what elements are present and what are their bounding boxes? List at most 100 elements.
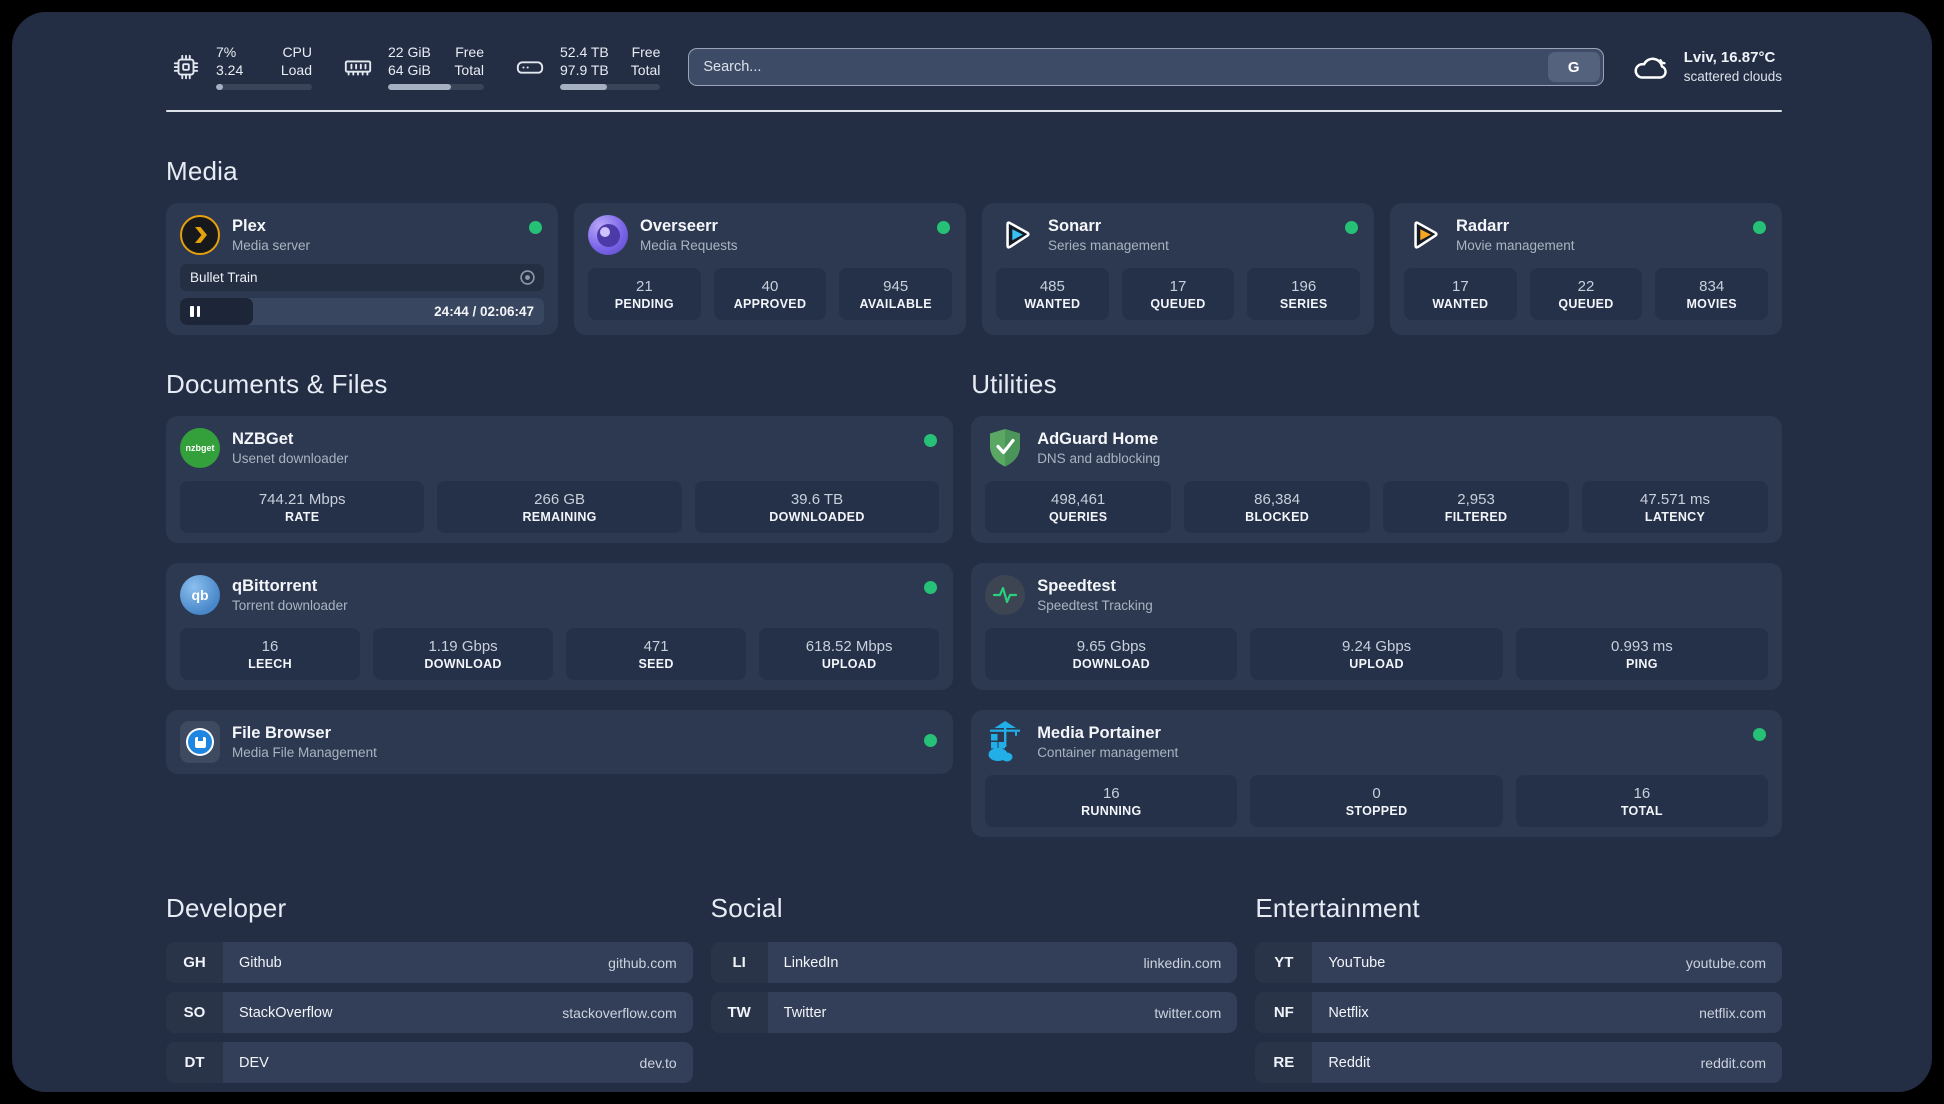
nzbget-icon: nzbget bbox=[180, 428, 220, 468]
documents-section-title: Documents & Files bbox=[166, 369, 388, 399]
sonarr-description: Series management bbox=[1048, 237, 1169, 253]
memory-metric: 22 GiB 64 GiB Free Total bbox=[338, 44, 484, 90]
adguard-icon bbox=[985, 428, 1025, 468]
qbittorrent-stat-upload: 618.52 Mbps UPLOAD bbox=[759, 628, 940, 680]
link-youtube[interactable]: YT YouTube youtube.com bbox=[1255, 942, 1782, 983]
search-input[interactable] bbox=[703, 59, 1548, 75]
radarr-name: Radarr bbox=[1456, 216, 1510, 235]
weather-widget: Lviv, 16.87°C scattered clouds bbox=[1632, 47, 1782, 87]
sonarr-icon bbox=[996, 215, 1036, 255]
developer-section: Developer GH Github github.com SO StackO… bbox=[166, 893, 693, 1083]
reddit-abbr: RE bbox=[1255, 1042, 1313, 1083]
cpu-icon bbox=[166, 47, 206, 87]
netflix-abbr: NF bbox=[1255, 992, 1313, 1033]
portainer-icon bbox=[985, 721, 1025, 762]
playback-time: 24:44 / 02:06:47 bbox=[434, 304, 534, 319]
speedtest-stat-ping: 0.993 ms PING bbox=[1515, 628, 1768, 680]
adguard-name: AdGuard Home bbox=[1037, 429, 1159, 448]
adguard-description: DNS and adblocking bbox=[1037, 450, 1161, 466]
nzbget-stat-downloaded: 39.6 TB DOWNLOADED bbox=[694, 481, 940, 533]
stackoverflow-abbr: SO bbox=[166, 992, 223, 1033]
plex-name: Plex bbox=[232, 216, 266, 235]
link-twitter[interactable]: TW Twitter twitter.com bbox=[710, 992, 1238, 1033]
overseerr-stat-available: 945 AVAILABLE bbox=[839, 268, 953, 320]
github-abbr: GH bbox=[166, 942, 223, 983]
radarr-card[interactable]: Radarr Movie management 17 WANTED 22 QUE… bbox=[1390, 203, 1782, 335]
overseerr-stat-pending: 21 PENDING bbox=[588, 268, 701, 320]
plex-card[interactable]: Plex Media server Bullet Train 24:44 / 0… bbox=[166, 203, 558, 335]
memory-progress-bar bbox=[388, 84, 484, 90]
now-playing-title: Bullet Train bbox=[190, 270, 258, 285]
now-playing-row: Bullet Train bbox=[180, 264, 544, 291]
speedtest-icon bbox=[985, 575, 1026, 615]
radarr-icon bbox=[1404, 215, 1444, 255]
cpu-labels: CPU Load bbox=[280, 44, 312, 78]
portainer-stat-stopped: 0 STOPPED bbox=[1250, 775, 1503, 827]
system-metrics: 7% 3.24 CPU Load 22 GiB 64 GiB Free Tota… bbox=[166, 44, 661, 90]
speedtest-name: Speedtest bbox=[1037, 576, 1117, 595]
nzbget-description: Usenet downloader bbox=[232, 450, 349, 466]
overseerr-description: Media Requests bbox=[640, 237, 738, 253]
adguard-stat-filtered: 2,953 FILTERED bbox=[1383, 481, 1570, 533]
speedtest-stat-download: 9.65 Gbps DOWNLOAD bbox=[985, 628, 1238, 680]
sonarr-stat-wanted: 485 WANTED bbox=[996, 268, 1109, 320]
filebrowser-card[interactable]: File Browser Media File Management bbox=[166, 710, 954, 774]
portainer-stat-total: 16 TOTAL bbox=[1515, 775, 1768, 827]
portainer-name: Media Portainer bbox=[1037, 723, 1161, 742]
radarr-stat-queued: 22 QUEUED bbox=[1529, 268, 1643, 320]
cloud-icon bbox=[1632, 47, 1672, 87]
link-github[interactable]: GH Github github.com bbox=[166, 942, 693, 983]
radarr-stat-movies: 834 MOVIES bbox=[1655, 268, 1769, 320]
nzbget-stat-remaining: 266 GB REMAINING bbox=[437, 481, 682, 533]
qbittorrent-card[interactable]: qb qBittorrent Torrent downloader 16 LEE… bbox=[166, 563, 954, 690]
search-engine-button[interactable]: G bbox=[1547, 52, 1600, 82]
overseerr-icon bbox=[588, 215, 628, 255]
sonarr-stat-series: 196 SERIES bbox=[1247, 268, 1361, 320]
documents-section: Documents & Files nzbget NZBGet Usenet d… bbox=[166, 369, 954, 837]
filebrowser-name: File Browser bbox=[232, 723, 332, 742]
settings-icon[interactable] bbox=[519, 269, 536, 286]
sonarr-status-dot bbox=[1345, 221, 1358, 234]
plex-description: Media server bbox=[232, 237, 311, 253]
pause-button[interactable] bbox=[190, 306, 200, 317]
overseerr-card[interactable]: Overseerr Media Requests 21 PENDING 40 A… bbox=[574, 203, 966, 335]
portainer-description: Container management bbox=[1037, 744, 1179, 760]
cpu-progress-bar bbox=[216, 84, 312, 90]
overseerr-status-dot bbox=[937, 221, 950, 234]
link-dev[interactable]: DT DEV dev.to bbox=[166, 1042, 693, 1083]
utilities-section: Utilities AdGuard Home DNS and adblockin… bbox=[971, 369, 1782, 837]
speedtest-card[interactable]: Speedtest Speedtest Tracking 9.65 Gbps D… bbox=[971, 563, 1782, 690]
radarr-stat-wanted: 17 WANTED bbox=[1404, 268, 1517, 320]
speedtest-description: Speedtest Tracking bbox=[1037, 597, 1153, 613]
weather-condition: scattered clouds bbox=[1683, 68, 1782, 84]
qbittorrent-stat-seed: 471 SEED bbox=[566, 628, 747, 680]
nzbget-stat-rate: 744.21 Mbps RATE bbox=[180, 481, 425, 533]
weather-location-temp: Lviv, 16.87°C bbox=[1683, 49, 1776, 67]
disk-metric: 52.4 TB 97.9 TB Free Total bbox=[510, 44, 661, 90]
overseerr-stat-approved: 40 APPROVED bbox=[713, 268, 827, 320]
media-section: Media Plex Media server Bullet Train 24:… bbox=[166, 156, 1782, 335]
qbittorrent-name: qBittorrent bbox=[232, 576, 318, 595]
overseerr-name: Overseerr bbox=[640, 216, 718, 235]
twitter-abbr: TW bbox=[710, 992, 768, 1033]
link-reddit[interactable]: RE Reddit reddit.com bbox=[1255, 1042, 1782, 1083]
sonarr-stat-queued: 17 QUEUED bbox=[1121, 268, 1235, 320]
qbittorrent-stat-download: 1.19 Gbps DOWNLOAD bbox=[373, 628, 554, 680]
cpu-metric: 7% 3.24 CPU Load bbox=[166, 44, 312, 90]
disk-icon bbox=[510, 47, 550, 87]
nzbget-name: NZBGet bbox=[232, 429, 294, 448]
link-stackoverflow[interactable]: SO StackOverflow stackoverflow.com bbox=[166, 992, 693, 1033]
qbittorrent-stat-leech: 16 LEECH bbox=[180, 628, 361, 680]
link-netflix[interactable]: NF Netflix netflix.com bbox=[1255, 992, 1782, 1033]
plex-status-dot bbox=[529, 221, 542, 234]
adguard-card[interactable]: AdGuard Home DNS and adblocking 498,461 … bbox=[971, 416, 1782, 543]
qbittorrent-icon: qb bbox=[180, 575, 220, 615]
playback-progress-bar: 24:44 / 02:06:47 bbox=[180, 298, 544, 325]
developer-section-title: Developer bbox=[166, 893, 287, 923]
nzbget-card[interactable]: nzbget NZBGet Usenet downloader 744.21 M… bbox=[166, 416, 954, 543]
adguard-stat-latency: 47.571 ms LATENCY bbox=[1582, 481, 1768, 533]
portainer-card[interactable]: Media Portainer Container management 16 … bbox=[971, 710, 1782, 837]
link-linkedin[interactable]: LI LinkedIn linkedin.com bbox=[710, 942, 1238, 983]
sonarr-name: Sonarr bbox=[1048, 216, 1102, 235]
sonarr-card[interactable]: Sonarr Series management 485 WANTED 17 Q… bbox=[982, 203, 1374, 335]
